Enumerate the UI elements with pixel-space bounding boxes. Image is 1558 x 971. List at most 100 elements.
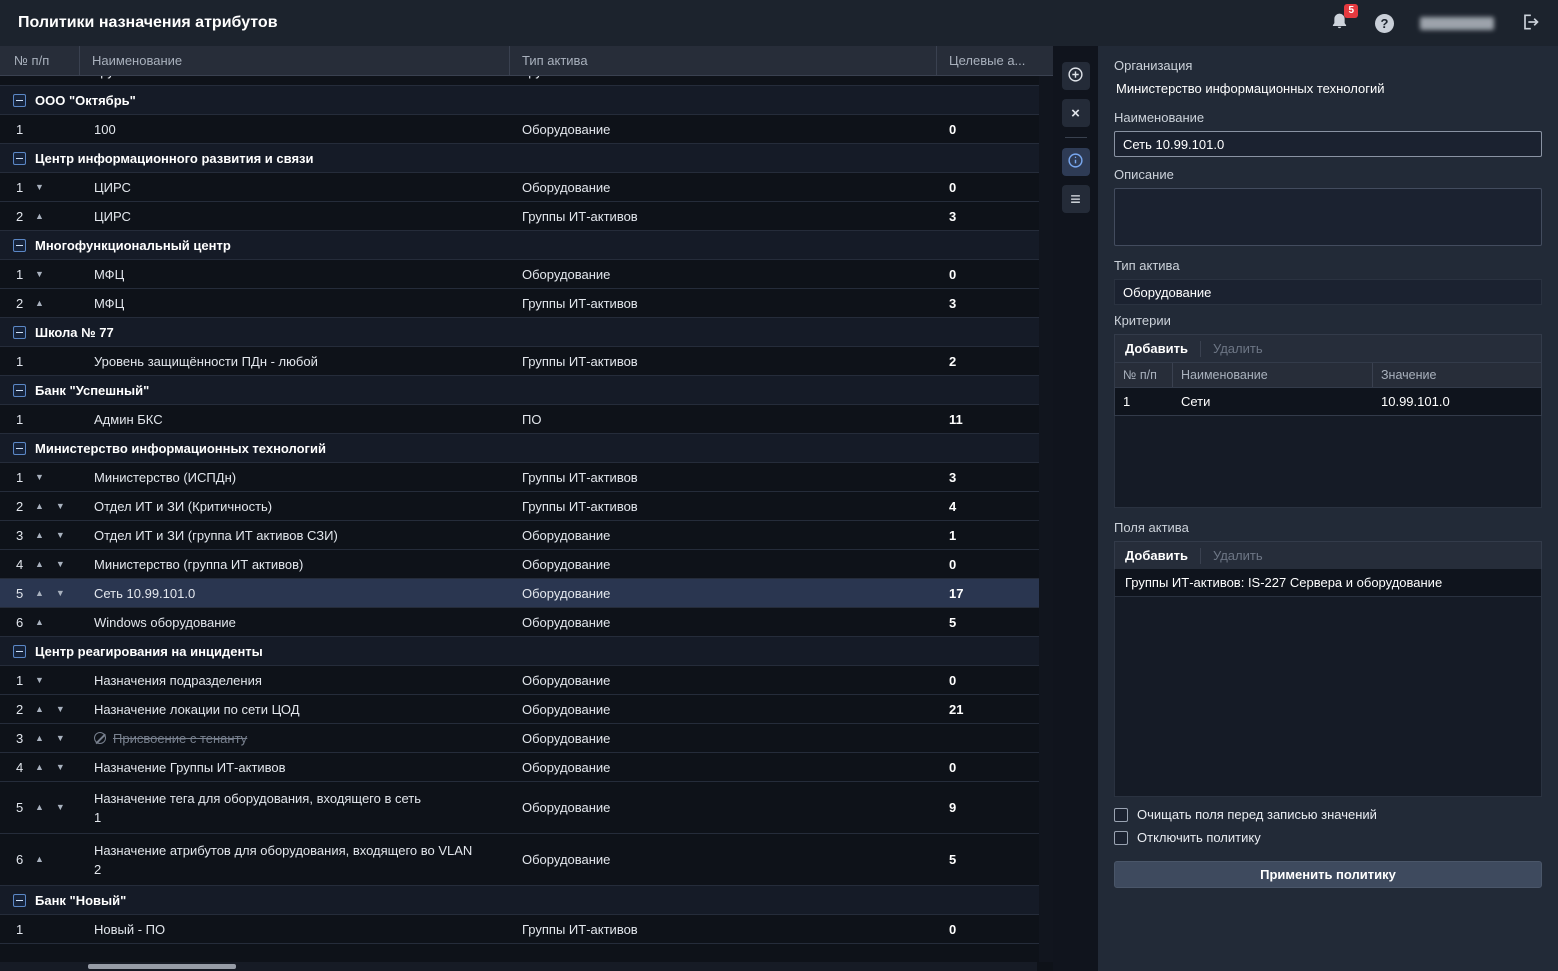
move-up-icon[interactable]: ▲: [35, 705, 44, 714]
move-up-icon[interactable]: ▲: [35, 560, 44, 569]
move-down-icon[interactable]: ▼: [56, 705, 65, 714]
move-up-icon[interactable]: ▲: [35, 299, 44, 308]
asset-type: Оборудование: [522, 527, 611, 543]
column-header-2[interactable]: Наименование: [80, 46, 510, 75]
table-row[interactable]: 2 ▲ ▼ Назначение локации по сети ЦОД Оборудо…: [0, 695, 1053, 724]
help-button[interactable]: ?: [1375, 13, 1394, 33]
group-header-row[interactable]: Банк "Успешный": [0, 376, 1053, 405]
list-view-button[interactable]: ≡: [1061, 185, 1090, 213]
table-row[interactable]: 6 ▲ Windows оборудование Оборудование 5: [0, 608, 1053, 637]
move-up-icon[interactable]: ▲: [35, 734, 44, 743]
table-row[interactable]: 5 ▲ ▼ Назначение тега для оборудования, вхо…: [0, 782, 1053, 834]
collapse-icon[interactable]: [13, 893, 26, 907]
table-row[interactable]: 1 Уровень защищённости ПДн - любой Группы …: [0, 347, 1053, 376]
table-row[interactable]: 3 ▲ ▼ Присвоение с тенанту Оборудование: [0, 724, 1053, 753]
move-down-icon[interactable]: ▼: [56, 734, 65, 743]
row-number: 1: [16, 353, 24, 369]
table-row[interactable]: 5 ▲ ▼ Сеть 10.99.101.0 Оборудование 17: [0, 579, 1053, 608]
move-up-icon[interactable]: ▲: [35, 531, 44, 540]
logout-button[interactable]: [1520, 12, 1540, 35]
group-header-row[interactable]: Многофункциональный центр: [0, 231, 1053, 260]
column-header-1[interactable]: № п/п: [0, 46, 80, 75]
horizontal-scroll-handle[interactable]: [88, 964, 236, 969]
sort-arrows: ▲ ▼: [30, 531, 80, 540]
checkbox-icon[interactable]: [1114, 807, 1128, 822]
row-number: 4: [16, 759, 24, 775]
minus-glyph: [16, 899, 23, 901]
move-down-icon[interactable]: ▼: [56, 803, 65, 812]
group-header-row[interactable]: Школа № 77: [0, 318, 1053, 347]
table-row[interactable]: 1 Админ БКС ПО 11: [0, 405, 1053, 434]
criteria-add-button[interactable]: Добавить: [1125, 341, 1188, 356]
checkbox-icon[interactable]: [1114, 830, 1128, 845]
group-header-row[interactable]: Министерство информационных технологий: [0, 434, 1053, 463]
move-down-icon[interactable]: ▼: [35, 183, 44, 192]
column-header-4[interactable]: Целевые а...: [937, 46, 1053, 75]
add-policy-button[interactable]: [1061, 62, 1090, 90]
notifications-button[interactable]: 5: [1330, 4, 1358, 34]
criteria-row[interactable]: 1 Сети 10.99.101.0: [1114, 388, 1542, 416]
table-row[interactable]: 4 ▲ ▼ Назначение Группы ИТ-активов Оборудова…: [0, 753, 1053, 782]
collapse-icon[interactable]: [13, 441, 26, 455]
main-area: № п/п Наименование Тип актива Целевые а... …: [0, 46, 1558, 971]
table-row[interactable]: 2 ▲ МФЦ Группы ИТ-активов 3: [0, 289, 1053, 318]
group-header-row[interactable]: Банк "Новый": [0, 886, 1053, 915]
info-panel-button[interactable]: [1061, 148, 1090, 176]
asset-type-value[interactable]: Оборудование: [1114, 279, 1542, 305]
move-up-icon[interactable]: ▲: [35, 589, 44, 598]
column-header-3[interactable]: Тип актива: [510, 46, 937, 75]
move-up-icon[interactable]: ▲: [35, 502, 44, 511]
checkbox-row-2[interactable]: Отключить политику: [1114, 830, 1542, 845]
description-textarea[interactable]: [1114, 188, 1542, 246]
table-row[interactable]: 1 ▼ ЦИРС Оборудование 0: [0, 173, 1053, 202]
move-up-icon[interactable]: ▲: [35, 855, 44, 864]
move-down-icon[interactable]: ▼: [56, 763, 65, 772]
collapse-icon[interactable]: [13, 644, 26, 658]
collapse-icon[interactable]: [13, 325, 26, 339]
move-up-icon[interactable]: ▲: [35, 618, 44, 627]
move-down-icon[interactable]: ▼: [35, 270, 44, 279]
close-panel-button[interactable]: ×: [1061, 99, 1090, 127]
move-up-icon[interactable]: ▲: [35, 763, 44, 772]
checkbox-row-1[interactable]: Очищать поля перед записью значений: [1114, 807, 1542, 822]
move-down-icon[interactable]: ▼: [56, 531, 65, 540]
name-input[interactable]: [1114, 131, 1542, 157]
move-up-icon[interactable]: ▲: [35, 212, 44, 221]
table-row[interactable]: 6 ▲ Назначение атрибутов для оборудования,…: [0, 834, 1053, 886]
row-number: 5: [16, 800, 24, 815]
collapse-icon[interactable]: [13, 383, 26, 397]
table-row[interactable]: 1 ▼ Назначения подразделения Оборудование 0: [0, 666, 1053, 695]
move-down-icon[interactable]: ▼: [56, 502, 65, 511]
asset-type: Оборудование: [522, 800, 611, 815]
move-down-icon[interactable]: ▼: [56, 589, 65, 598]
table-row[interactable]: 3 ▲ ▼ Отдел ИТ и ЗИ (группа ИТ активов СЗИ)…: [0, 521, 1053, 550]
group-header-row[interactable]: ООО "Октябрь": [0, 86, 1053, 115]
move-down-icon[interactable]: ▼: [35, 676, 44, 685]
horizontal-scrollbar[interactable]: [0, 962, 1037, 971]
table-row[interactable]: 4 ▲ ▼ Министерство (группа ИТ активов) Обору…: [0, 550, 1053, 579]
move-down-icon[interactable]: ▼: [35, 473, 44, 482]
table-row[interactable]: 1 ▼ Министерство (ИСПДн) Группы ИТ-активов 3: [0, 463, 1053, 492]
criteria-delete-button[interactable]: Удалить: [1213, 341, 1263, 356]
sort-arrows: ▲ ▼: [30, 734, 80, 743]
policy-name: Группа: [80, 76, 510, 79]
table-row[interactable]: 2 ▲ ▼ Отдел ИТ и ЗИ (Критичность) Группы ИТ-…: [0, 492, 1053, 521]
asset-field-item[interactable]: Группы ИТ-активов: IS-227 Сервера и обор…: [1115, 569, 1541, 597]
collapse-icon[interactable]: [13, 151, 26, 165]
asset-fields-add-button[interactable]: Добавить: [1125, 548, 1188, 563]
target-count: 3: [949, 208, 957, 224]
group-header-row[interactable]: Центр реагирования на инциденты: [0, 637, 1053, 666]
table-row[interactable]: 1 100 Оборудование 0: [0, 115, 1053, 144]
collapse-icon[interactable]: [13, 238, 26, 252]
collapse-icon[interactable]: [13, 93, 26, 107]
table-row[interactable]: 1 ▼ МФЦ Оборудование 0: [0, 260, 1053, 289]
move-down-icon[interactable]: ▼: [56, 560, 65, 569]
asset-fields-delete-button[interactable]: Удалить: [1213, 548, 1263, 563]
vertical-scrollbar[interactable]: [1039, 76, 1053, 962]
table-row[interactable]: 1 Новый - ПО Группы ИТ-активов 0: [0, 915, 1053, 944]
move-up-icon[interactable]: ▲: [35, 803, 44, 812]
group-header-row[interactable]: Центр информационного развития и связи: [0, 144, 1053, 173]
policy-name-text: Отдел ИТ и ЗИ (Критичность): [94, 498, 273, 514]
apply-policy-button[interactable]: Применить политику: [1114, 861, 1542, 888]
table-row[interactable]: 2 ▲ ЦИРС Группы ИТ-активов 3: [0, 202, 1053, 231]
